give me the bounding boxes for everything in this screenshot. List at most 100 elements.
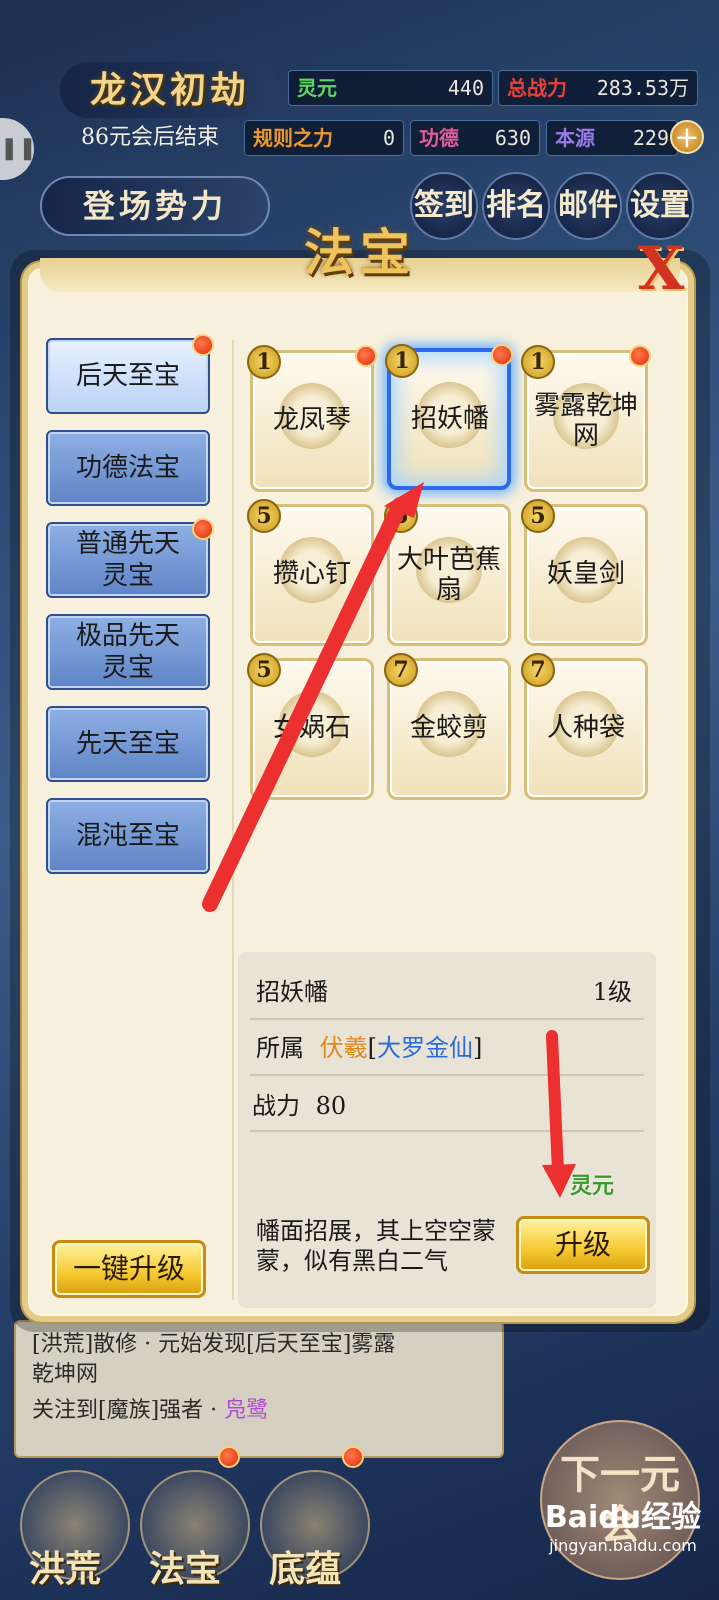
category-label: 混沌至宝 <box>75 821 180 851</box>
item-card[interactable]: 女娲石 5 <box>247 653 374 800</box>
close-icon[interactable]: X <box>630 238 692 300</box>
item-name: 妖皇剑 <box>546 559 625 589</box>
log-line: 乾坤网 <box>32 1362 99 1387</box>
item-card-selected[interactable]: 招妖幡 1 <box>385 344 513 490</box>
detail-owner: 所属 伏羲[大罗金仙] <box>256 1028 482 1063</box>
side-handle[interactable]: ❚❚ <box>0 118 37 180</box>
log-prefix: 关注到[魔族]强者 · <box>32 1398 225 1423</box>
level-badge: 5 <box>247 499 281 533</box>
notification-dot <box>218 1446 240 1468</box>
category-label: 功德法宝 <box>75 453 180 483</box>
resource-lingyuan: 灵元 440 <box>288 70 493 106</box>
nav-honghuang[interactable]: 洪荒 <box>10 1540 120 1592</box>
owner-name: 伏羲 <box>319 1034 368 1062</box>
log-line: 关注到[魔族]强者 · 凫鹭 <box>32 1396 268 1426</box>
detail-item-level: 1级 <box>592 978 632 1006</box>
item-name: 人种袋 <box>546 713 625 743</box>
notification-dot <box>192 518 214 540</box>
item-card[interactable]: 妖皇剑 5 <box>521 499 648 646</box>
panel-divider <box>232 340 234 1300</box>
detail-description: 幡面招展，其上空空蒙蒙，似有黑白二气 <box>256 1217 496 1275</box>
resource-value: 283.53万 <box>596 76 689 100</box>
resource-value: 229 <box>632 126 669 150</box>
category-gongde-fabao[interactable]: 功德法宝 <box>46 430 210 506</box>
detail-item-name: 招妖幡 <box>256 978 328 1006</box>
item-name: 攒心钉 <box>272 559 351 589</box>
category-houtian-zhibao[interactable]: 后天至宝 <box>46 338 210 414</box>
resource-label: 灵元 <box>297 76 337 100</box>
power-label: 战力 <box>252 1092 300 1120</box>
owner-rank-open: [ <box>367 1034 378 1062</box>
level-badge: 5 <box>247 653 281 687</box>
nav-diyun[interactable]: 底蕴 <box>250 1540 360 1592</box>
item-name: 招妖幡 <box>410 404 489 434</box>
upgrade-button[interactable]: 升级 <box>516 1216 650 1274</box>
resource-label: 总战力 <box>507 76 567 100</box>
resource-value: 630 <box>494 126 531 150</box>
resource-value: 0 <box>382 126 395 150</box>
resource-label: 规则之力 <box>253 126 333 150</box>
category-label: 极品先天灵宝 <box>75 621 180 683</box>
item-card[interactable]: 龙凤琴 1 <box>247 345 377 492</box>
detail-divider <box>250 1074 644 1076</box>
owner-rank: 大罗金仙 <box>377 1034 474 1062</box>
resource-merit: 功德 630 <box>410 120 540 156</box>
add-resource-button[interactable]: + <box>670 120 704 154</box>
era-countdown: 86元会后结束 <box>81 125 219 150</box>
event-log: [洪荒]散修 · 元始发现[后天至宝]雾露 乾坤网 关注到[魔族]强者 · 凫鹭 <box>14 1320 504 1458</box>
category-jipin-xiantian[interactable]: 极品先天灵宝 <box>46 614 210 690</box>
level-badge: 5 <box>521 499 555 533</box>
category-xiantian-zhibao[interactable]: 先天至宝 <box>46 706 210 782</box>
level-badge: 7 <box>521 653 555 687</box>
item-name: 大叶芭蕉扇 <box>396 545 501 605</box>
item-name: 龙凤琴 <box>272 405 351 435</box>
level-badge: 7 <box>384 653 418 687</box>
resource-value: 440 <box>447 76 484 100</box>
category-label: 普通先天灵宝 <box>75 529 180 591</box>
item-card[interactable]: 金蛟剪 7 <box>384 653 511 800</box>
baidu-watermark: Baidu经验 jingyan.baidu.com <box>538 1492 708 1582</box>
resource-label: 功德 <box>419 126 459 150</box>
detail-power: 战力 80 <box>252 1086 346 1121</box>
category-label: 先天至宝 <box>75 729 180 759</box>
item-name: 金蛟剪 <box>409 713 488 743</box>
owner-rank-close: ] <box>473 1034 483 1062</box>
detail-divider <box>250 1130 644 1132</box>
settings-button[interactable]: 设置 <box>626 172 694 240</box>
nav-fabao[interactable]: 法宝 <box>130 1540 240 1592</box>
resource-rule-power: 规则之力 0 <box>244 120 404 156</box>
item-card[interactable]: 攒心钉 5 <box>247 499 374 646</box>
item-card[interactable]: 人种袋 7 <box>521 653 648 800</box>
notification-dot <box>355 345 377 367</box>
one-click-upgrade-button[interactable]: 一键升级 <box>52 1240 206 1298</box>
panel-title: 法宝 <box>304 223 416 282</box>
category-label: 后天至宝 <box>75 361 180 391</box>
level-badge: 5 <box>384 499 418 533</box>
owner-label: 所属 <box>256 1034 304 1062</box>
mail-button[interactable]: 邮件 <box>554 172 622 240</box>
level-badge: 1 <box>521 345 555 379</box>
notification-dot <box>192 334 214 356</box>
notification-dot <box>342 1446 364 1468</box>
resource-total-power: 总战力 283.53万 <box>498 70 698 106</box>
power-value: 80 <box>315 1092 347 1120</box>
category-hundun-zhibao[interactable]: 混沌至宝 <box>46 798 210 874</box>
faction-button[interactable]: 登场势力 <box>40 176 270 236</box>
upgrade-cost-label: 灵元 <box>570 1173 615 1199</box>
resource-label: 本源 <box>555 126 595 150</box>
item-card[interactable]: 雾露乾坤网 1 <box>521 345 651 492</box>
ranking-button[interactable]: 排名 <box>482 172 550 240</box>
resource-origin: 本源 229 <box>546 120 678 156</box>
watermark-logo: Baidu经验 <box>544 1500 702 1535</box>
era-title: 龙汉初劫 <box>60 62 280 118</box>
notification-dot <box>629 345 651 367</box>
item-name: 女娲石 <box>272 713 351 743</box>
watermark-url: jingyan.baidu.com <box>549 1536 697 1555</box>
item-card[interactable]: 大叶芭蕉扇 5 <box>384 499 511 646</box>
log-name: 凫鹭 <box>224 1398 269 1423</box>
level-badge: 1 <box>385 344 419 378</box>
item-name: 雾露乾坤网 <box>533 391 638 451</box>
notification-dot <box>491 344 513 366</box>
level-badge: 1 <box>247 345 281 379</box>
category-putong-xiantian[interactable]: 普通先天灵宝 <box>46 522 210 598</box>
